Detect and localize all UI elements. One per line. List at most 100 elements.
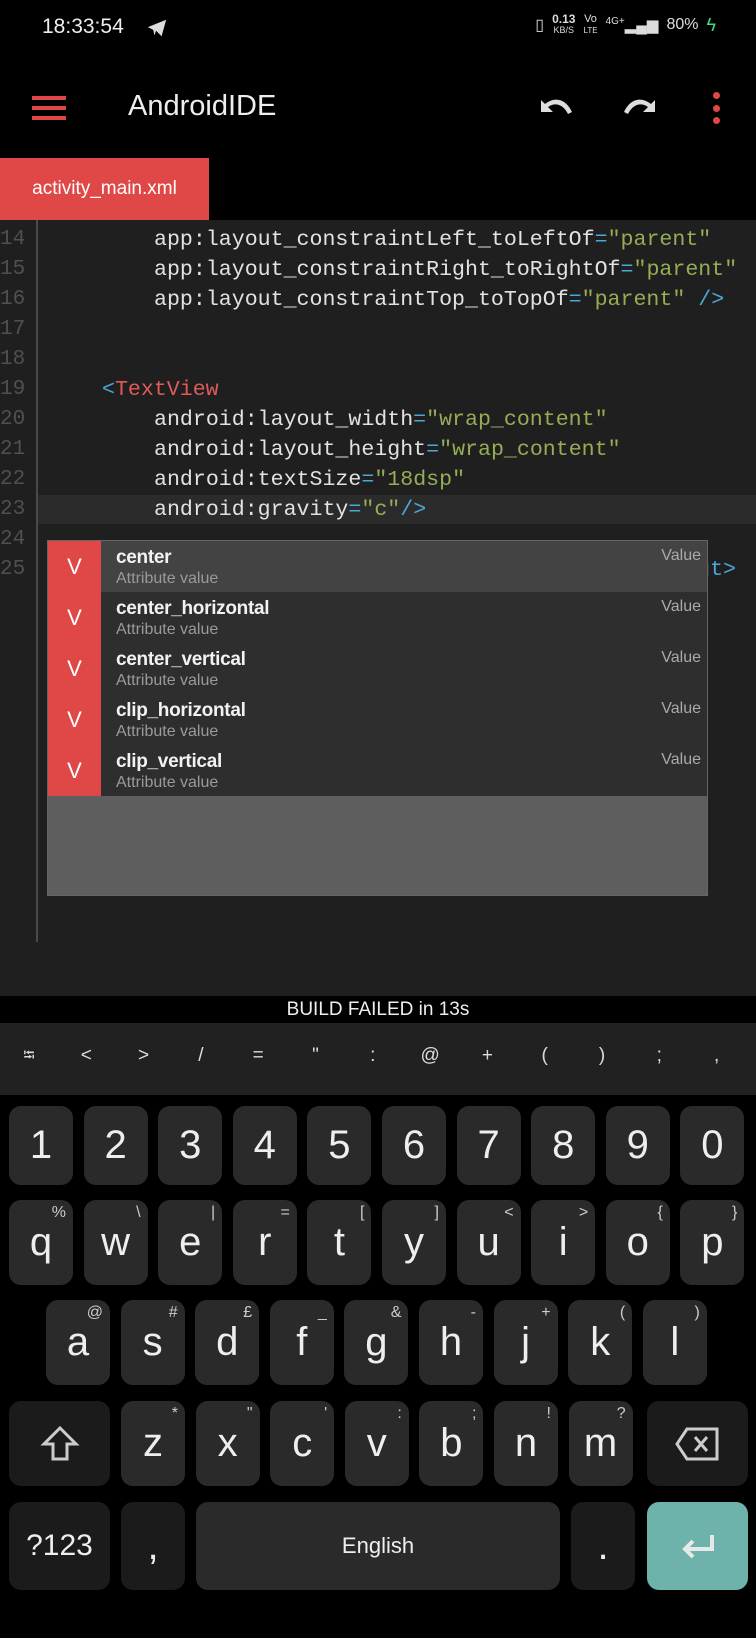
symbol-key[interactable]: < (66, 1045, 106, 1067)
code-line: android:gravity="c"/> (154, 495, 426, 525)
key-n[interactable]: n! (494, 1401, 558, 1486)
symbol-key[interactable]: , (697, 1045, 737, 1067)
symbol-key[interactable]: > (124, 1045, 164, 1067)
completion-label: clip_horizontal (116, 700, 246, 721)
menu-icon[interactable] (32, 96, 66, 120)
tab-key-icon[interactable]: ⭾ (9, 1045, 49, 1070)
symbol-key[interactable]: @ (410, 1045, 450, 1067)
key-3[interactable]: 3 (158, 1106, 223, 1185)
secondary-symbol: ! (546, 1405, 551, 1422)
completion-item[interactable]: Vcenter Attribute value Value (48, 541, 707, 592)
key-o[interactable]: o{ (605, 1200, 670, 1285)
completion-item[interactable]: Vclip_horizontal Attribute value Value (48, 694, 707, 745)
code-token-attr: android:textSize (154, 468, 362, 492)
secondary-symbol: % (51, 1204, 66, 1221)
code-token-str: "parent" (633, 258, 738, 282)
enter-key[interactable] (647, 1502, 748, 1590)
key-v-label: v (366, 1421, 387, 1465)
key-q[interactable]: q% (9, 1200, 73, 1285)
undo-icon[interactable] (535, 90, 575, 124)
value-kind-icon: V (48, 745, 101, 796)
key-d[interactable]: d £ (195, 1300, 260, 1385)
key-f[interactable]: f _ (269, 1300, 334, 1385)
key-i[interactable]: i > (531, 1200, 596, 1285)
comma-key[interactable]: , (121, 1502, 185, 1590)
key-x[interactable]: x " (195, 1401, 260, 1486)
line-number: 22 (0, 468, 26, 491)
key-8[interactable]: 8 (531, 1106, 596, 1185)
key-9[interactable]: 9 (605, 1106, 670, 1185)
more-options-icon[interactable] (704, 90, 728, 126)
key-6[interactable]: 6 (382, 1106, 446, 1185)
secondary-symbol: > (578, 1204, 589, 1221)
clock: 18:33:54 (42, 15, 124, 38)
symbol-key[interactable]: ; (639, 1045, 679, 1067)
key-6-label: 6 (402, 1123, 426, 1167)
key-0[interactable]: 0 (680, 1106, 745, 1185)
key-a[interactable]: a @ (46, 1300, 110, 1385)
key-k-label: k (590, 1320, 611, 1364)
key-7[interactable]: 7 (456, 1106, 521, 1185)
line-number: 15 (0, 258, 26, 281)
symbol-key[interactable]: = (238, 1045, 278, 1067)
code-line: app:layout_constraintLeft_toLeftOf="pare… (154, 225, 711, 255)
key-1[interactable]: 1 (9, 1106, 73, 1185)
key-2[interactable]: 2 (83, 1106, 148, 1185)
value-kind-icon: V (48, 643, 101, 694)
period-key[interactable]: . (571, 1502, 635, 1590)
completion-item[interactable]: Vcenter_vertical Attribute value Value (48, 643, 707, 694)
code-token-eq: = (413, 408, 427, 432)
code-line: android:layout_width="wrap_content" (154, 405, 608, 435)
key-l[interactable]: l) (642, 1300, 707, 1385)
key-b[interactable]: b; (419, 1401, 484, 1486)
symbol-key[interactable]: / (181, 1045, 221, 1067)
completion-item[interactable]: Vcenter_horizontal Attribute value Value (48, 592, 707, 643)
symbol-key[interactable]: + (467, 1045, 507, 1067)
key-k[interactable]: k( (568, 1300, 633, 1385)
key-w[interactable]: w \ (83, 1200, 148, 1285)
completion-item[interactable]: Vclip_vertical Attribute value Value (48, 745, 707, 796)
code-token-attr: app:layout_constraintTop_toTopOf (154, 288, 569, 312)
key-y[interactable]: y] (382, 1200, 446, 1285)
space-key[interactable]: English (196, 1502, 560, 1590)
shift-key[interactable] (9, 1401, 110, 1486)
code-token-eq: = (568, 288, 582, 312)
symbol-key[interactable]: ( (525, 1045, 565, 1067)
symbols-key-label: ?123 (26, 1529, 93, 1562)
key-m[interactable]: m? (568, 1401, 633, 1486)
keyboard: 1 2 3 4 5 6 7 8 9 0 q% w \ e | r = t[y] u < i > o{p} a @ s # d £ f _ g &… (0, 1095, 756, 1638)
key-s[interactable]: s # (120, 1300, 185, 1385)
symbol-bar: ⭾ < > / = ": @ + ();, (0, 1023, 756, 1095)
backspace-key[interactable] (647, 1401, 748, 1486)
key-l-label: l (670, 1320, 680, 1364)
symbols-key[interactable]: ?123 (9, 1502, 110, 1590)
key-5[interactable]: 5 (307, 1106, 372, 1185)
code-editor[interactable]: 14 app:layout_constraintLeft_toLeftOf="pa… (0, 220, 756, 996)
key-v[interactable]: v: (344, 1401, 409, 1486)
key-u[interactable]: u < (456, 1200, 521, 1285)
code-token-str: "parent" (607, 228, 712, 252)
enter-icon (681, 1535, 714, 1559)
space-key-label: English (341, 1533, 415, 1558)
symbol-key[interactable]: ) (582, 1045, 622, 1067)
key-z[interactable]: z * (121, 1401, 185, 1486)
redo-icon[interactable] (621, 90, 661, 124)
code-token-eq: = (348, 498, 362, 522)
key-h[interactable]: h- (419, 1300, 483, 1385)
completion-detail: Attribute value (116, 621, 219, 638)
key-c-label: c (292, 1421, 313, 1465)
line-number: 14 (0, 228, 26, 251)
key-t[interactable]: t[ (307, 1200, 372, 1285)
tab-activity-main[interactable]: activity_main.xml (0, 158, 209, 220)
key-r[interactable]: r = (232, 1200, 297, 1285)
key-4[interactable]: 4 (232, 1106, 297, 1185)
key-j[interactable]: j + (493, 1300, 558, 1385)
symbol-key[interactable]: : (353, 1045, 393, 1067)
symbol-key[interactable]: " (296, 1045, 336, 1067)
status-icons: ▯ 0.13 KB/S Vo LTE 4G+▂▄▆ 80% ϟ (535, 13, 716, 36)
key-4-label: 4 (253, 1123, 276, 1167)
key-g[interactable]: g & (344, 1300, 409, 1385)
key-p[interactable]: p} (680, 1200, 745, 1285)
key-e[interactable]: e | (158, 1200, 223, 1285)
key-c[interactable]: c ' (270, 1401, 335, 1486)
